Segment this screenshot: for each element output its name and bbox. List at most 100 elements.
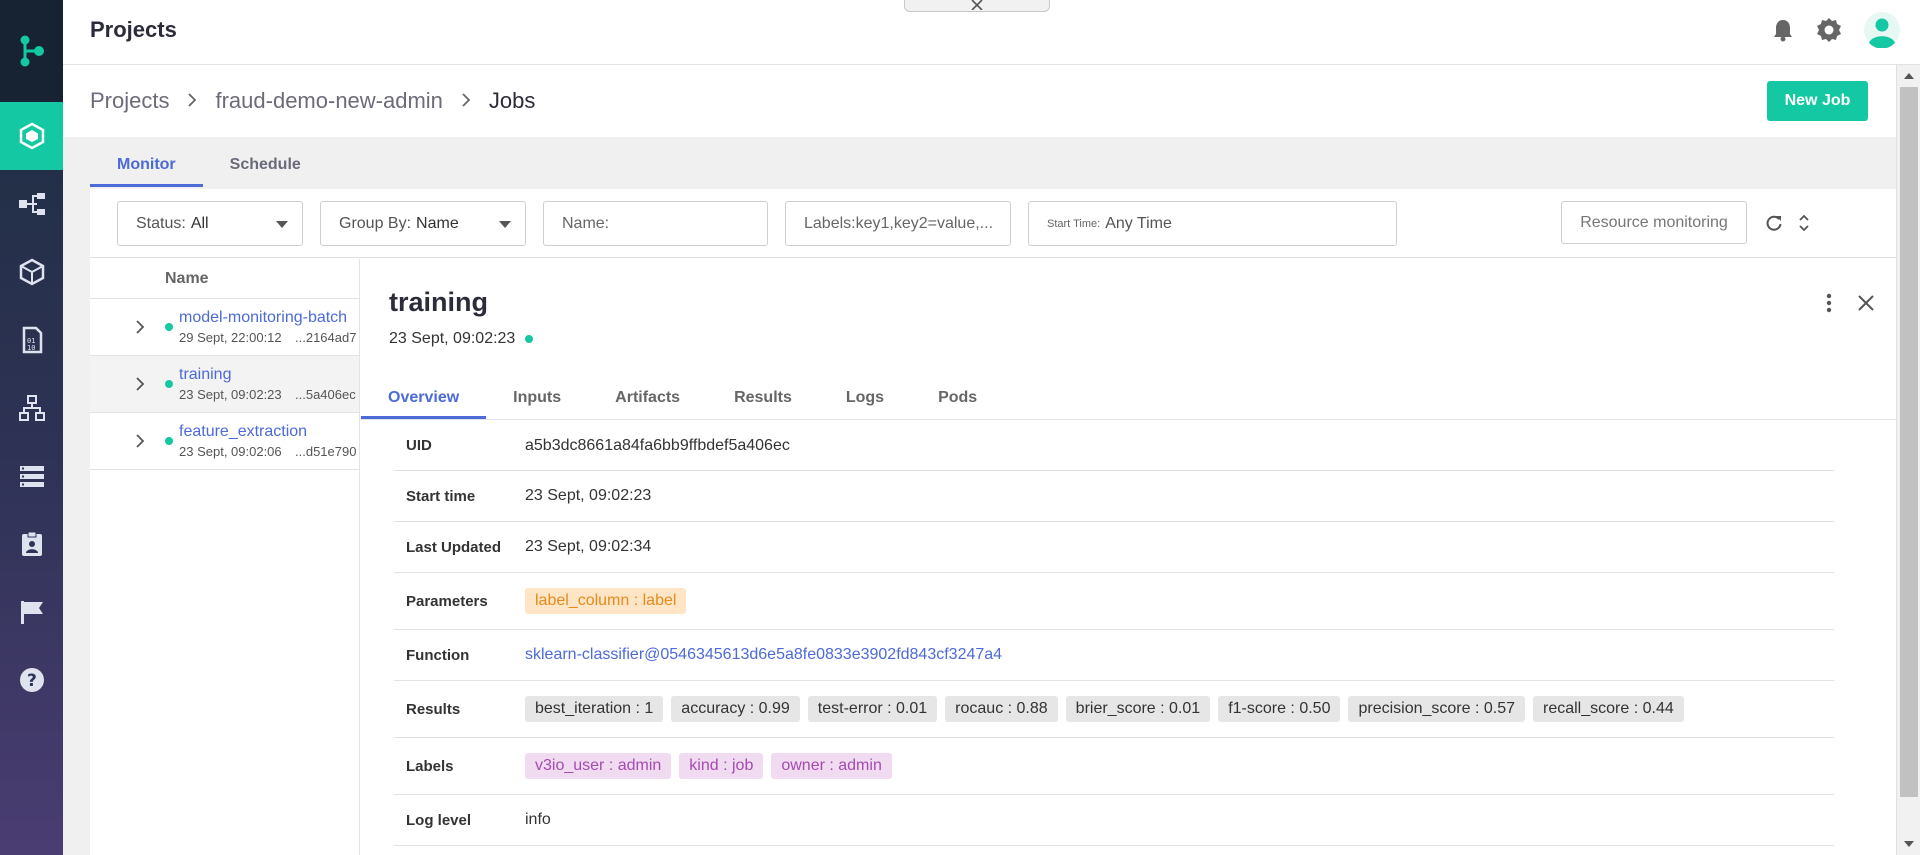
- function-link[interactable]: sklearn-classifier@0546345613d6e5a8fe083…: [525, 646, 1002, 664]
- expand-collapse-button[interactable]: [1798, 214, 1810, 237]
- field-key: Log level: [406, 811, 472, 829]
- tab-logs[interactable]: Logs: [819, 379, 911, 419]
- sidebar-item-feature-store[interactable]: [0, 238, 63, 306]
- breadcrumb-projects[interactable]: Projects: [90, 88, 169, 114]
- chevron-right-icon[interactable]: [135, 433, 145, 454]
- job-name-link[interactable]: model-monitoring-batch: [179, 309, 347, 327]
- scrollbar-thumb[interactable]: [1900, 87, 1918, 797]
- field-key: Results: [406, 700, 461, 718]
- status-filter[interactable]: Status: All: [117, 201, 303, 246]
- status-dot: [165, 380, 173, 388]
- field-value: 23 Sept, 09:02:34: [525, 538, 652, 555]
- job-date: 23 Sept, 09:02:23: [179, 387, 282, 402]
- page-title: Projects: [90, 17, 177, 42]
- app-logo[interactable]: [0, 0, 63, 102]
- job-row[interactable]: feature_extraction 23 Sept, 09:02:06 ...…: [90, 413, 359, 470]
- jobs-panel: Status: All Group By: Name Name: Labels:…: [90, 189, 1896, 855]
- sidebar-item-pipelines[interactable]: [0, 170, 63, 238]
- scroll-up-arrow-icon[interactable]: [1904, 73, 1914, 79]
- job-row[interactable]: model-monitoring-batch 29 Sept, 22:00:12…: [90, 299, 359, 356]
- tab-results[interactable]: Results: [707, 379, 819, 419]
- groupby-filter[interactable]: Group By: Name: [320, 201, 526, 246]
- page-scrollbar[interactable]: [1896, 65, 1920, 855]
- detail-tabs: Overview Inputs Artifacts Results Logs P…: [361, 379, 1896, 420]
- job-name-link[interactable]: feature_extraction: [179, 423, 307, 441]
- result-chip: test-error : 0.01: [807, 696, 938, 722]
- sidebar-item-help[interactable]: ?: [0, 646, 63, 714]
- close-detail-button[interactable]: [1858, 295, 1874, 316]
- job-list: Name model-monitoring-batch 29 Sept, 22:…: [90, 259, 360, 855]
- field-value: 23 Sept, 09:02:23: [525, 487, 652, 504]
- result-chip: rocauc : 0.88: [945, 696, 1058, 722]
- datasets-icon: 0110: [22, 326, 42, 354]
- breadcrumb-bar: Projects fraud-demo-new-admin Jobs New J…: [63, 65, 1920, 137]
- field-key: Start time: [406, 487, 476, 505]
- sidebar-item-projects[interactable]: [0, 102, 63, 170]
- job-uid: ...d51e790: [295, 444, 357, 459]
- start-time-value: Any Time: [1105, 214, 1172, 232]
- chevron-right-icon[interactable]: [135, 376, 145, 397]
- tab-monitor[interactable]: Monitor: [90, 151, 203, 187]
- field-value: info: [525, 811, 551, 828]
- svg-text:?: ?: [27, 671, 37, 691]
- settings-button[interactable]: [1816, 17, 1842, 43]
- scroll-down-arrow-icon[interactable]: [1904, 841, 1914, 847]
- main-content: Monitor Schedule Status: All Group By: N…: [63, 137, 1896, 855]
- tab-pods[interactable]: Pods: [911, 379, 1004, 419]
- resource-monitoring-button[interactable]: Resource monitoring: [1561, 201, 1747, 244]
- tab-artifacts[interactable]: Artifacts: [588, 379, 707, 419]
- help-icon: ?: [19, 668, 44, 692]
- labels-filter-input[interactable]: Labels:key1,key2=value,...: [785, 201, 1011, 246]
- new-job-button[interactable]: New Job: [1767, 81, 1868, 121]
- breadcrumb-current[interactable]: Jobs: [489, 88, 535, 114]
- job-row[interactable]: training 23 Sept, 09:02:23 ...5a406ec: [90, 356, 359, 413]
- name-filter-input[interactable]: Name:: [543, 201, 768, 246]
- overview-table: UID a5b3dc8661a84fa6bb9ffbdef5a406ec Sta…: [394, 421, 1834, 846]
- result-chip: f1-score : 0.50: [1218, 696, 1341, 722]
- refresh-button[interactable]: [1765, 214, 1783, 237]
- more-actions-button[interactable]: [1826, 293, 1832, 318]
- filter-bar: Status: All Group By: Name Name: Labels:…: [90, 189, 1896, 258]
- overview-row-last-updated: Last Updated 23 Sept, 09:02:34: [394, 522, 1834, 573]
- sidebar-item-datasets[interactable]: 01 10: [0, 306, 63, 374]
- user-avatar[interactable]: [1864, 12, 1900, 48]
- breadcrumb-project[interactable]: fraud-demo-new-admin: [215, 88, 442, 114]
- label-chip: kind : job: [679, 753, 764, 779]
- start-time-filter[interactable]: Start Time: Any Time: [1028, 201, 1397, 246]
- job-date: 23 Sept, 09:02:06: [179, 444, 282, 459]
- chevron-right-icon[interactable]: [135, 319, 145, 340]
- breadcrumb: Projects fraud-demo-new-admin Jobs: [90, 88, 535, 114]
- tab-schedule[interactable]: Schedule: [203, 151, 328, 187]
- overview-row-labels: Labels v3io_user : admin kind : job owne…: [394, 738, 1834, 795]
- kebab-menu-icon: [1826, 293, 1832, 313]
- result-chip: best_iteration : 1: [525, 696, 664, 722]
- overview-row-uid: UID a5b3dc8661a84fa6bb9ffbdef5a406ec: [394, 421, 1834, 471]
- field-value: a5b3dc8661a84fa6bb9ffbdef5a406ec: [525, 436, 790, 454]
- result-chip: precision_score : 0.57: [1348, 696, 1525, 722]
- tab-inputs[interactable]: Inputs: [486, 379, 588, 419]
- job-uid: ...2164ad7: [295, 330, 357, 345]
- status-dot: [165, 323, 173, 331]
- projects-icon: [19, 122, 44, 150]
- sidebar-item-flags[interactable]: [0, 578, 63, 646]
- label-chip: v3io_user : admin: [525, 753, 672, 779]
- pipelines-icon: [18, 193, 45, 215]
- gear-icon: [1817, 18, 1841, 42]
- status-dot: [525, 335, 534, 343]
- collapse-handle[interactable]: [904, 0, 1050, 12]
- notifications-button[interactable]: [1772, 18, 1794, 42]
- registry-icon: [21, 531, 42, 556]
- job-name-link[interactable]: training: [179, 366, 231, 384]
- sidebar-item-models[interactable]: [0, 374, 63, 442]
- refresh-icon: [1766, 215, 1782, 231]
- sidebar-item-registry[interactable]: [0, 510, 63, 578]
- sidebar-item-jobs[interactable]: [0, 442, 63, 510]
- bell-icon: [1774, 20, 1792, 42]
- expand-icon: [1799, 214, 1809, 232]
- tab-overview[interactable]: Overview: [361, 379, 487, 419]
- result-chip: accuracy : 0.99: [671, 696, 800, 722]
- field-key: Function: [406, 646, 470, 664]
- overview-row-log-level: Log level info: [394, 795, 1834, 846]
- status-filter-value: All: [190, 214, 209, 232]
- svg-text:10: 10: [27, 344, 35, 352]
